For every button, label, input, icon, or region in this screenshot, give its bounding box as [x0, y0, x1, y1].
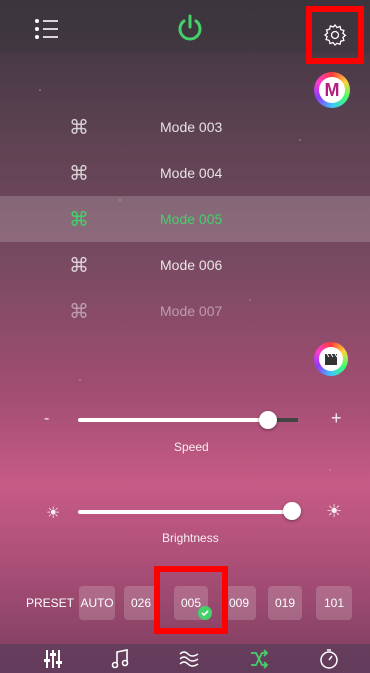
clapperboard-icon: [319, 347, 343, 371]
preset-chip[interactable]: 019: [268, 586, 302, 620]
app-screen: M ⌘ Mode 003 ⌘ Mode 004 ⌘ Mode 005 ⌘ Mod…: [0, 0, 370, 673]
sun-small-icon: ☀: [46, 505, 61, 522]
timer-icon[interactable]: [318, 648, 340, 670]
mode-list: ⌘ Mode 003 ⌘ Mode 004 ⌘ Mode 005 ⌘ Mode …: [0, 104, 370, 334]
mode-item[interactable]: ⌘ Mode 006: [0, 242, 370, 288]
check-icon: [198, 606, 212, 620]
command-icon: ⌘: [69, 116, 89, 139]
mode-item[interactable]: ⌘ Mode 003: [0, 104, 370, 150]
preset-chip[interactable]: 101: [316, 586, 352, 620]
shuffle-icon[interactable]: [248, 648, 270, 670]
command-icon: ⌘: [69, 300, 89, 323]
speed-slider-fill[interactable]: [78, 418, 268, 422]
list-icon[interactable]: [34, 18, 60, 40]
speed-label: Speed: [174, 440, 209, 454]
music-note-icon[interactable]: [110, 648, 132, 670]
brightness-slider-thumb[interactable]: [283, 502, 301, 520]
command-icon: ⌘: [69, 208, 89, 231]
command-icon: ⌘: [69, 254, 89, 277]
mode-item-selected[interactable]: ⌘ Mode 005: [0, 196, 370, 242]
mode-badge-letter: M: [319, 77, 345, 103]
power-icon[interactable]: [176, 14, 204, 42]
mode-label: Mode 004: [160, 165, 223, 181]
mode-badge-button[interactable]: M: [314, 72, 350, 108]
mode-item[interactable]: ⌘ Mode 007: [0, 288, 370, 334]
preset-chip[interactable]: 026: [124, 586, 158, 620]
settings-button[interactable]: [306, 6, 364, 64]
selected-preset-highlight: [154, 566, 228, 634]
bottom-navigation: [0, 644, 370, 673]
mode-label: Mode 007: [160, 303, 223, 319]
brightness-slider-fill[interactable]: [78, 510, 293, 514]
preset-label: PRESET: [26, 596, 75, 610]
mode-label: Mode 003: [160, 119, 223, 135]
sliders-icon[interactable]: [42, 648, 64, 670]
brightness-label: Brightness: [162, 531, 219, 545]
speed-slider-thumb[interactable]: [259, 411, 277, 429]
wave-icon[interactable]: [178, 648, 200, 670]
preset-chip-auto[interactable]: AUTO: [79, 586, 115, 620]
mode-label: Mode 006: [160, 257, 223, 273]
mode-item[interactable]: ⌘ Mode 004: [0, 150, 370, 196]
speed-plus-button[interactable]: +: [331, 408, 342, 429]
speed-minus-button[interactable]: -: [44, 410, 49, 428]
scene-badge-button[interactable]: [314, 342, 348, 376]
gear-icon: [323, 23, 347, 46]
mode-label: Mode 005: [160, 211, 223, 227]
sun-large-icon: ☀: [326, 501, 343, 521]
command-icon: ⌘: [69, 162, 89, 185]
